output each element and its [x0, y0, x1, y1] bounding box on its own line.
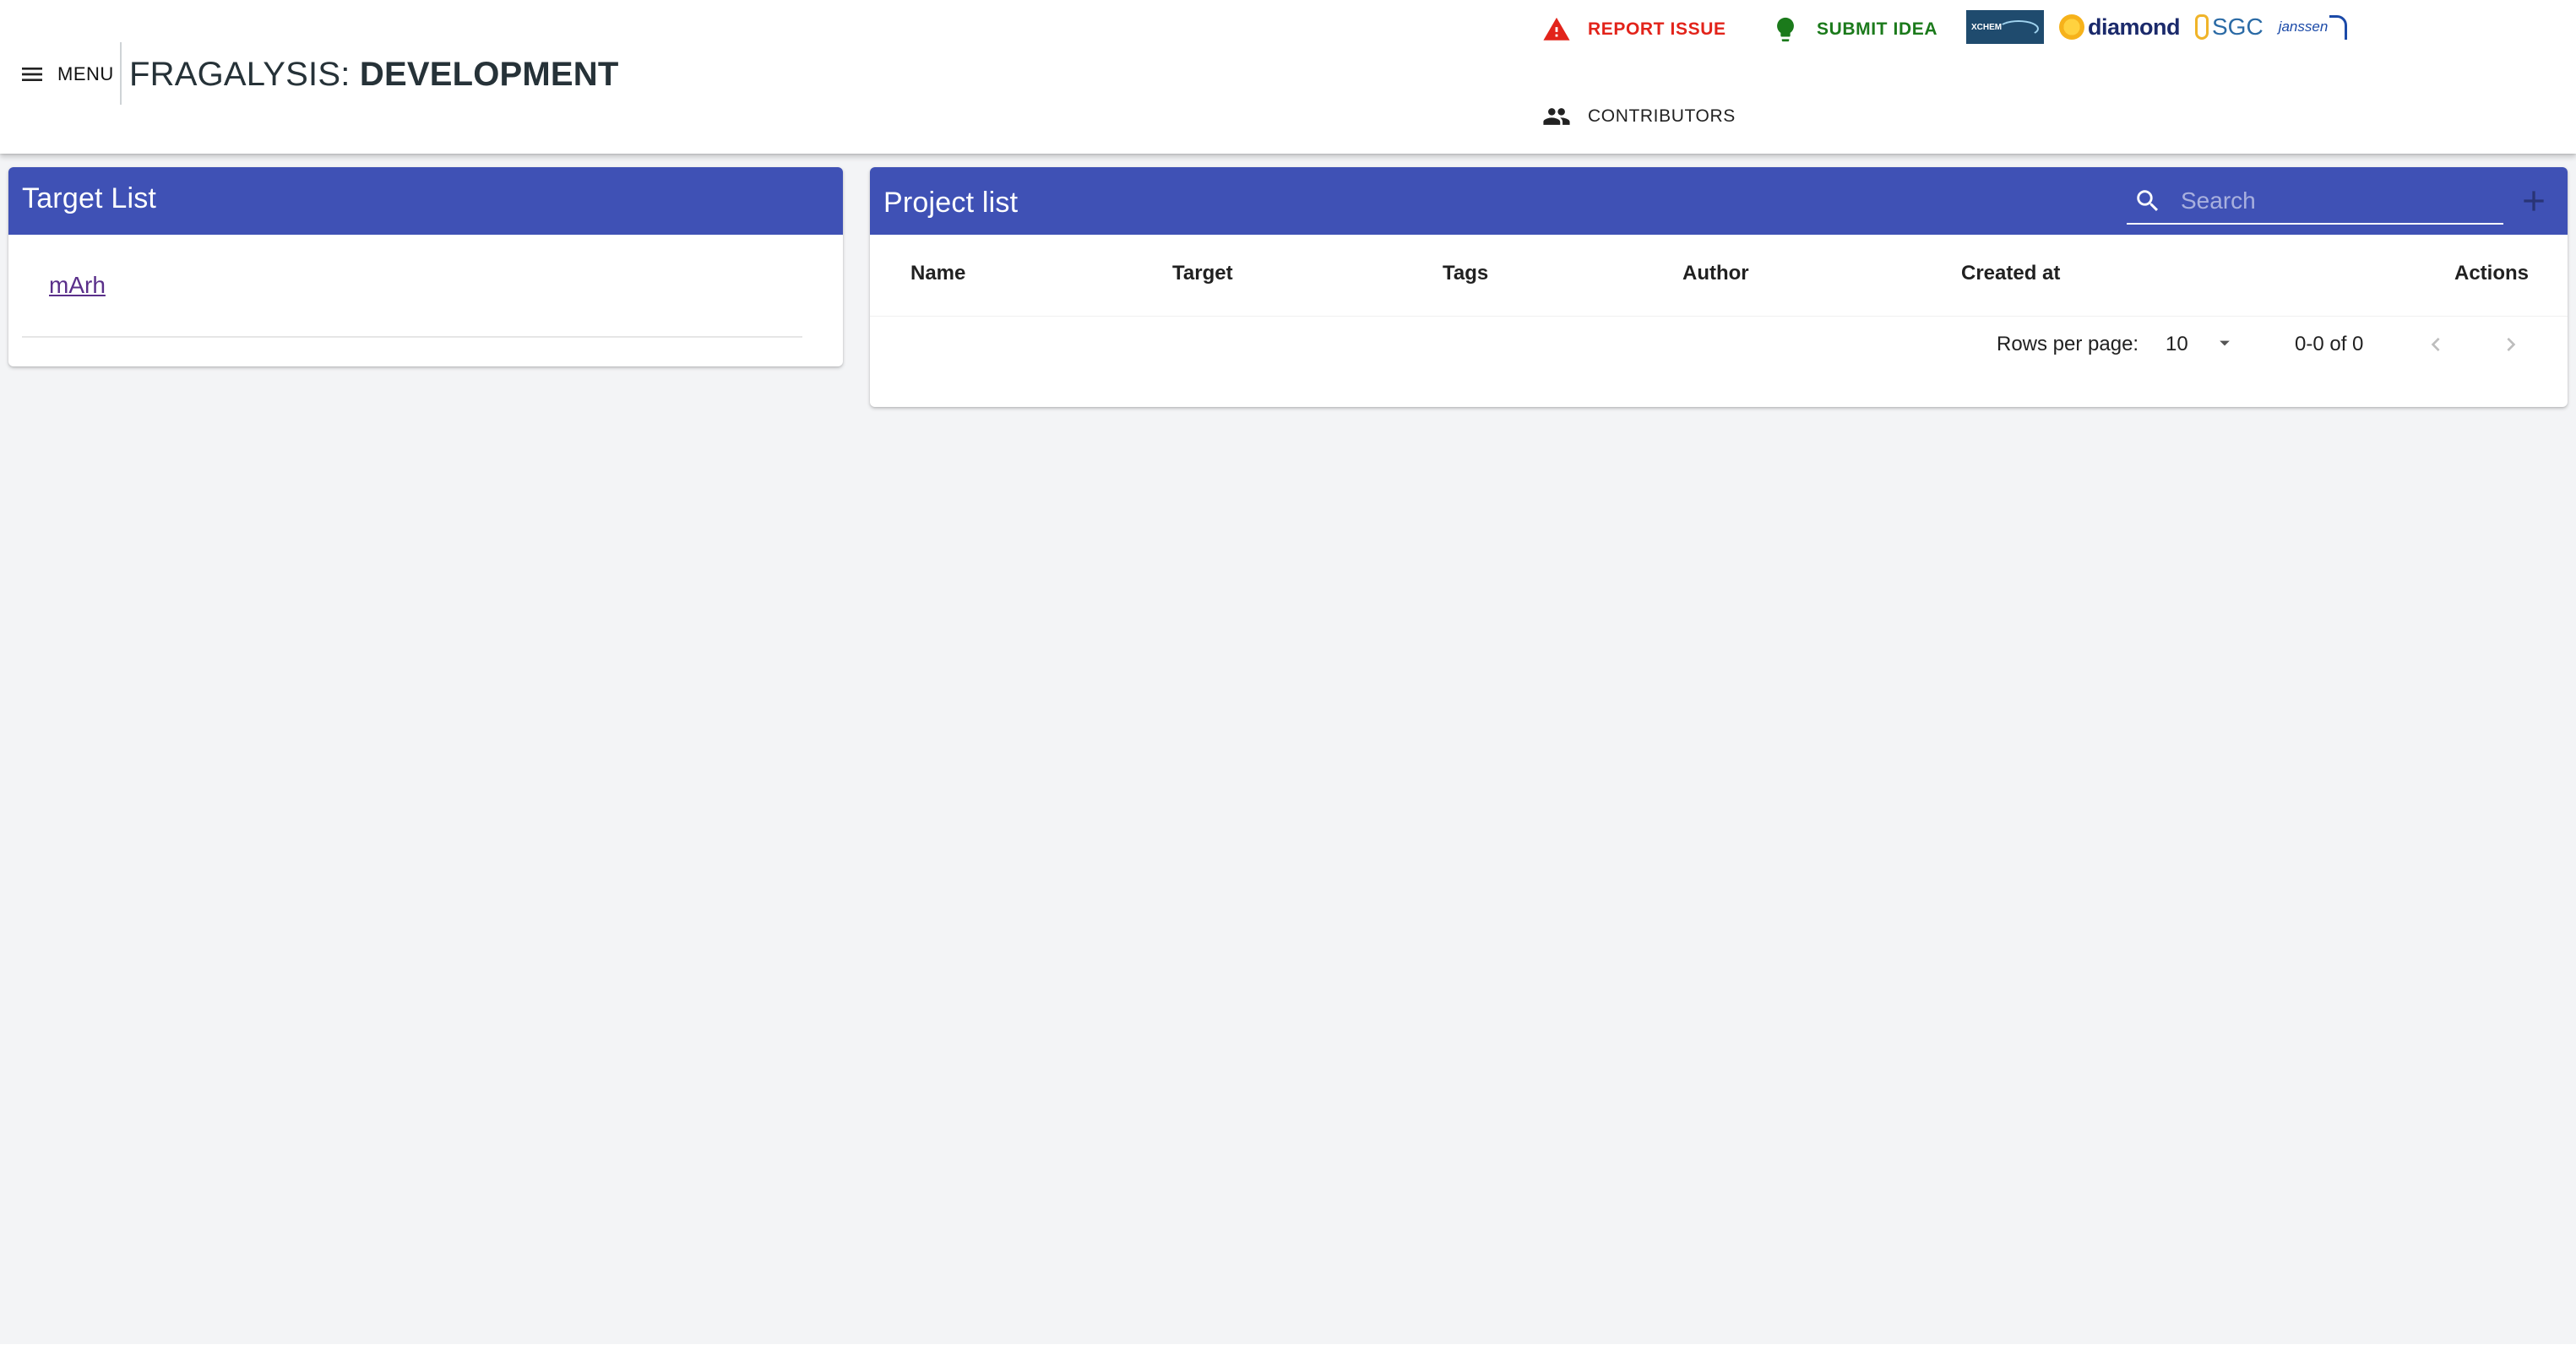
- target-list-item: mArh: [22, 235, 802, 338]
- diamond-logo-text: diamond: [2088, 14, 2181, 40]
- diamond-sun-icon: [2059, 14, 2084, 40]
- column-header-name[interactable]: Name: [910, 262, 965, 285]
- sgc-mark-icon: [2195, 14, 2209, 40]
- column-header-actions: Actions: [2454, 262, 2530, 285]
- next-page-button[interactable]: [2491, 324, 2531, 365]
- xchem-logo-wave: [1998, 20, 2039, 37]
- target-list-header: Target List: [8, 167, 843, 235]
- search-input[interactable]: [2179, 183, 2503, 219]
- janssen-swoosh-icon: [2329, 14, 2348, 40]
- rows-per-page-select[interactable]: 10: [2166, 328, 2245, 361]
- app-title-environment: DEVELOPMENT: [359, 56, 619, 93]
- project-list-title: Project list: [883, 187, 1019, 219]
- chevron-right-icon: [2507, 338, 2516, 351]
- previous-page-button[interactable]: [2416, 324, 2456, 365]
- project-list-header: Project list: [870, 167, 2568, 235]
- project-list-panel: Project list Name Target Tags Author Cre…: [870, 167, 2568, 407]
- column-header-created-at[interactable]: Created at: [1961, 262, 2060, 285]
- submit-idea-button[interactable]: SUBMIT IDEA: [1771, 15, 1937, 44]
- contributors-label: CONTRIBUTORS: [1588, 106, 1736, 126]
- report-issue-label: REPORT ISSUE: [1588, 19, 1726, 39]
- menu-label: MENU: [57, 63, 114, 84]
- page-range: 0-0 of 0: [2295, 333, 2364, 355]
- project-search: [2127, 179, 2503, 225]
- target-list-title: Target List: [22, 182, 157, 214]
- submit-idea-label: SUBMIT IDEA: [1817, 19, 1938, 39]
- report-issue-button[interactable]: REPORT ISSUE: [1542, 15, 1726, 44]
- xchem-logo-text: XCHEM: [1971, 22, 2003, 32]
- chevron-left-icon: [2431, 338, 2440, 351]
- sponsor-logos: XCHEM diamond SGC janssen: [1966, 8, 2348, 46]
- lightbulb-icon: [1777, 17, 1794, 42]
- janssen-logo-text: janssen: [2278, 19, 2329, 35]
- app-header: MENU FRAGALYSIS: DEVELOPMENT REPORT ISSU…: [0, 0, 2576, 154]
- app-title-prefix: FRAGALYSIS:: [129, 56, 360, 93]
- warning-icon: [1543, 17, 1570, 41]
- page-footer-strip: [0, 1344, 2576, 1361]
- contributors-button[interactable]: CONTRIBUTORS: [1542, 102, 1736, 131]
- project-table-header: Name Target Tags Author Created at Actio…: [870, 235, 2568, 317]
- people-icon: [1543, 108, 1570, 125]
- dropdown-arrow-icon: [2220, 340, 2230, 346]
- hamburger-menu-icon: [22, 68, 42, 81]
- column-header-tags[interactable]: Tags: [1443, 262, 1488, 285]
- app-title: FRAGALYSIS: DEVELOPMENT: [129, 54, 619, 95]
- sgc-logo[interactable]: SGC: [2195, 14, 2264, 41]
- rows-per-page-label: Rows per page:: [1997, 333, 2139, 355]
- target-link[interactable]: mArh: [49, 272, 106, 299]
- add-project-button[interactable]: [2517, 184, 2551, 218]
- xchem-logo[interactable]: XCHEM: [1966, 10, 2044, 44]
- rows-per-page-value: 10: [2166, 333, 2188, 355]
- target-list: mArh: [8, 235, 843, 338]
- table-pagination: Rows per page: 10 0-0 of 0: [870, 316, 2568, 377]
- search-icon: [2137, 190, 2159, 212]
- sgc-logo-text: SGC: [2212, 14, 2264, 40]
- header-divider: [120, 42, 122, 105]
- plus-icon: [2524, 191, 2544, 211]
- menu-button[interactable]: MENU: [12, 54, 121, 95]
- janssen-logo[interactable]: janssen: [2278, 14, 2348, 40]
- column-header-author[interactable]: Author: [1682, 262, 1749, 285]
- target-list-panel: Target List mArh: [8, 167, 843, 366]
- diamond-logo[interactable]: diamond: [2059, 14, 2181, 41]
- column-header-target[interactable]: Target: [1172, 262, 1233, 285]
